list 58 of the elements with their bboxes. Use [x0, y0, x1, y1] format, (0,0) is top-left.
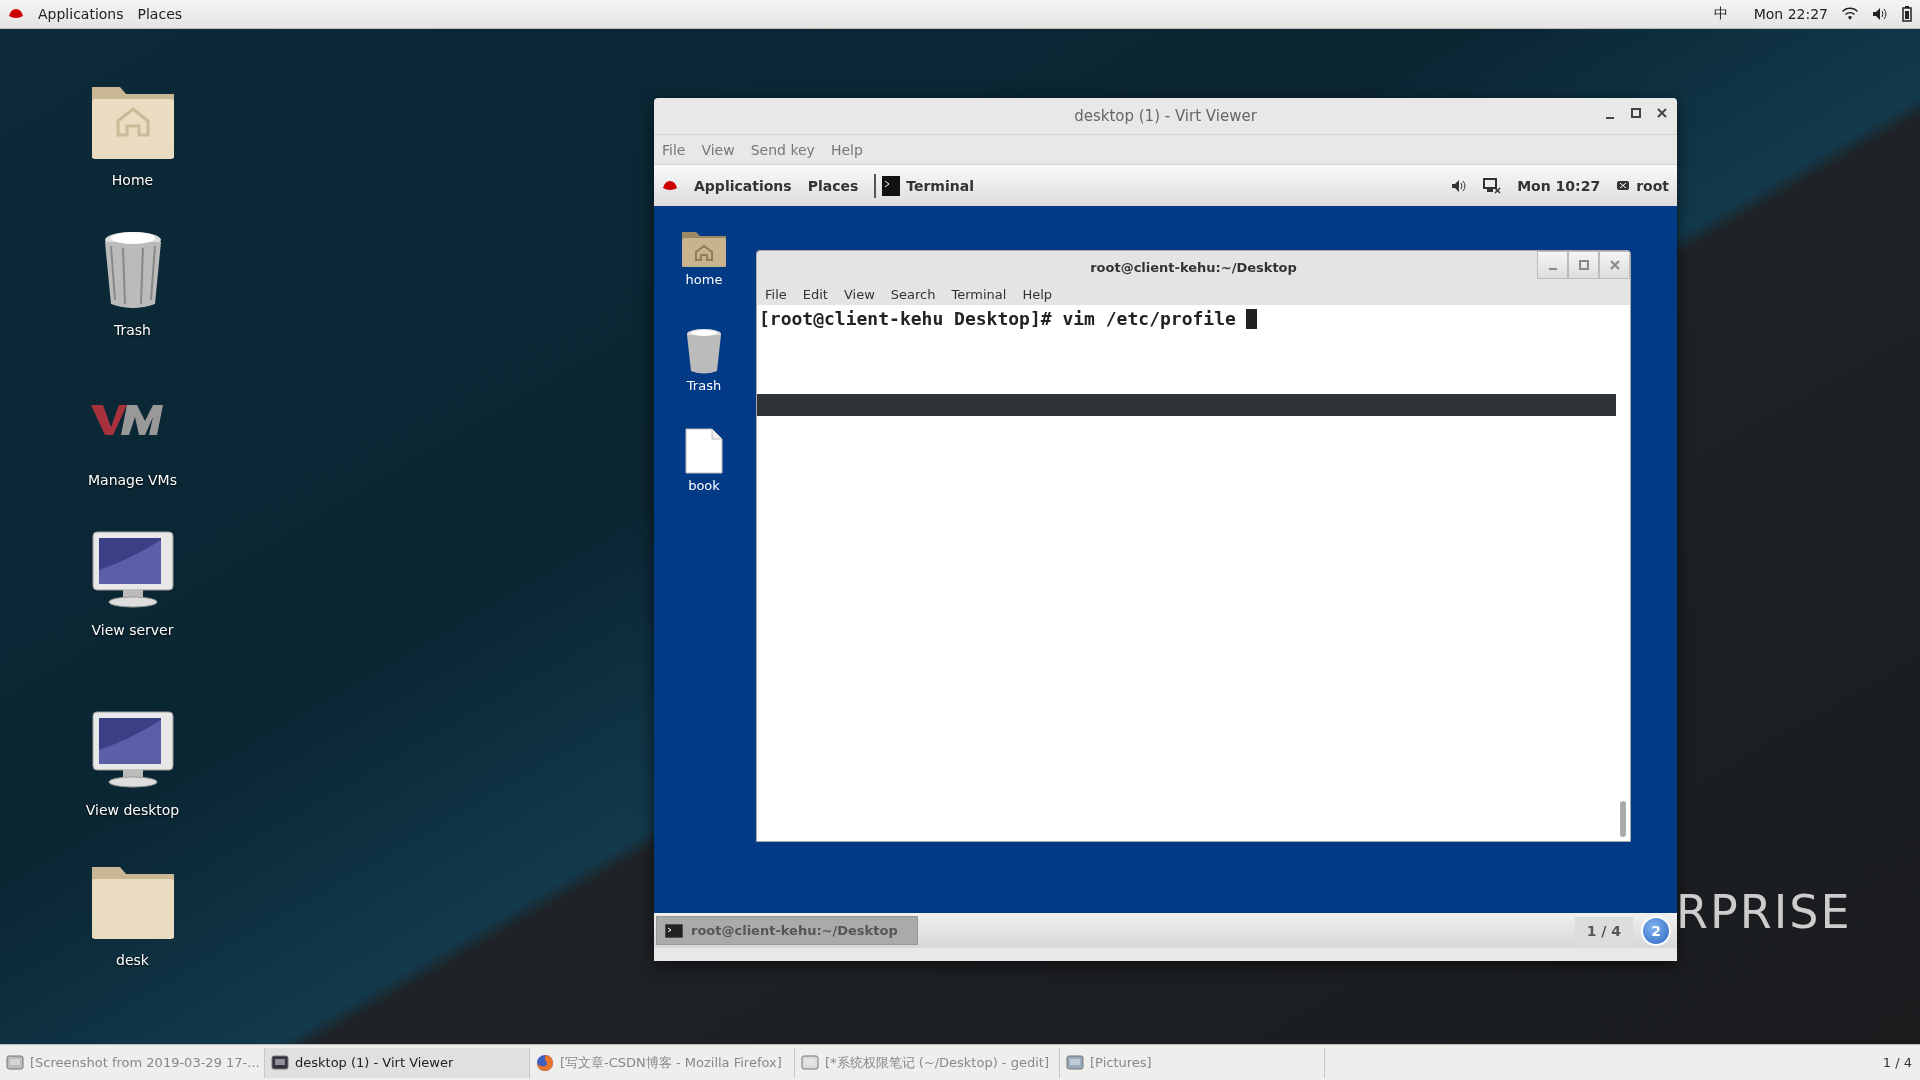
- desktop-icon-label[interactable]: Manage VMs: [88, 472, 177, 488]
- scrollbar-thumb[interactable]: [1620, 801, 1626, 837]
- maximize-button[interactable]: [1568, 251, 1599, 279]
- redhat-logo-icon: [662, 179, 678, 192]
- user-menu[interactable]: root: [1636, 177, 1669, 194]
- network-icon[interactable]: [1483, 177, 1502, 194]
- wallpaper-text: RPRISE: [1676, 885, 1852, 939]
- desktop-icon-label[interactable]: View server: [91, 622, 174, 638]
- desktop-icon-label[interactable]: Trash: [114, 322, 151, 338]
- volume-icon[interactable]: [1451, 178, 1468, 193]
- wifi-icon[interactable]: [1842, 7, 1858, 21]
- window-title: desktop (1) - Virt Viewer: [1074, 107, 1257, 125]
- firefox-icon: [536, 1053, 554, 1072]
- taskbar-item[interactable]: desktop (1) - Virt Viewer: [265, 1047, 530, 1078]
- top-bar-menu[interactable]: Applications: [694, 177, 792, 194]
- terminal-app-menu[interactable]: Terminal: [874, 173, 980, 198]
- top-bar-menu[interactable]: Places: [137, 6, 183, 22]
- desktop-icon-label[interactable]: View desktop: [85, 802, 180, 818]
- minimize-icon: [1548, 268, 1557, 270]
- window-title: root@client-kehu:~/Desktop: [1090, 259, 1297, 275]
- menu-item[interactable]: Edit: [802, 286, 828, 302]
- menu-item[interactable]: File: [765, 286, 787, 302]
- desktop-icon-label[interactable]: book: [688, 478, 720, 493]
- desktop-icon-label[interactable]: home: [685, 272, 723, 287]
- close-button[interactable]: [1599, 251, 1630, 279]
- close-icon[interactable]: [1657, 106, 1667, 120]
- menu-item[interactable]: File: [662, 141, 686, 158]
- menu-item[interactable]: View: [843, 286, 875, 302]
- top-bar-menu[interactable]: Places: [807, 177, 859, 194]
- terminal-icon: [882, 175, 901, 196]
- menu-item[interactable]: Help: [830, 141, 863, 158]
- workspace-indicator[interactable]: 1 / 4: [1874, 1055, 1920, 1070]
- battery-icon[interactable]: [1902, 6, 1912, 22]
- monitor-icon: [90, 530, 175, 610]
- terminal-command-line: [root@client-kehu Desktop]# vim /etc/profile: [759, 308, 1236, 329]
- volume-icon[interactable]: [1872, 7, 1888, 21]
- desktop-icon-label[interactable]: Home: [111, 172, 154, 188]
- desktop-icon-label[interactable]: desk: [116, 952, 149, 968]
- menu-item[interactable]: Help: [1022, 286, 1053, 302]
- menu-item[interactable]: Send key: [750, 141, 815, 158]
- monitor-icon: [271, 1053, 289, 1072]
- maximize-icon[interactable]: [1631, 106, 1641, 120]
- top-bar-menu[interactable]: Applications: [38, 6, 124, 22]
- menu-item[interactable]: Search: [890, 286, 936, 302]
- menu-item[interactable]: Terminal: [951, 286, 1007, 302]
- menu-item[interactable]: View: [701, 141, 735, 158]
- trash-icon: [685, 328, 723, 374]
- terminal-icon: [665, 923, 683, 938]
- clock[interactable]: Mon 10:27: [1517, 177, 1601, 194]
- monitor-icon: [90, 710, 175, 790]
- maximize-icon: [1578, 260, 1589, 270]
- close-icon: [1609, 260, 1620, 270]
- desktop-icon-label[interactable]: Trash: [686, 378, 722, 393]
- input-method-indicator[interactable]: 中: [1713, 5, 1728, 23]
- redhat-logo-icon: [8, 8, 24, 20]
- clock[interactable]: Mon 22:27: [1753, 6, 1828, 22]
- file-icon: [684, 428, 724, 474]
- text-cursor: [1245, 308, 1257, 329]
